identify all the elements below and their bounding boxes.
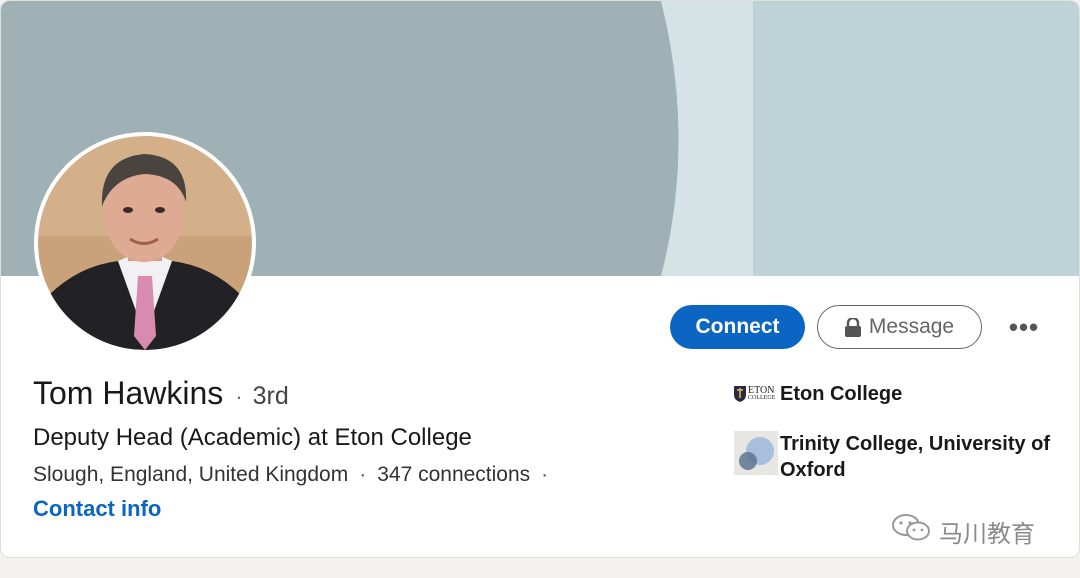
org-name-trinity-line2: Oxford — [780, 459, 846, 481]
org-name-trinity: Trinity College, University of Oxford — [780, 431, 1050, 483]
message-button-label: Message — [868, 315, 955, 338]
org-name-trinity-line1: Trinity College, University of — [780, 433, 1051, 455]
connections-count[interactable]: 347 connections — [377, 463, 530, 487]
watermark-text: 马川教育 — [939, 521, 1035, 548]
org-eton-college[interactable]: ETON COLLEGE Eton College — [734, 381, 902, 407]
connect-button[interactable]: Connect — [670, 305, 805, 349]
profile-name: Tom Hawkins — [33, 375, 224, 411]
more-actions-button[interactable]: ••• — [1004, 307, 1044, 347]
profile-photo-image — [38, 136, 252, 350]
trailing-separator: · — [541, 463, 549, 486]
profile-actions: Connect Message ••• — [670, 304, 1044, 350]
location-separator: · — [359, 463, 367, 486]
connection-degree: 3rd — [252, 382, 289, 410]
org-name-eton: Eton College — [780, 383, 903, 405]
more-icon: ••• — [1008, 311, 1040, 342]
location-row: Slough, England, United Kingdom · 347 co… — [33, 463, 559, 487]
eton-logo-text-top: ETON — [748, 385, 775, 396]
eton-crest-logo: ETON COLLEGE — [734, 381, 780, 407]
profile-card: Connect Message ••• Tom Hawkins · 3rd De… — [0, 0, 1080, 558]
message-button[interactable]: Message — [817, 305, 982, 349]
name-row: Tom Hawkins · 3rd — [33, 375, 289, 412]
lock-icon — [844, 317, 861, 337]
org-trinity-college[interactable]: Trinity College, University of Oxford — [734, 431, 1050, 483]
profile-photo[interactable] — [34, 132, 256, 354]
connect-button-label: Connect — [695, 315, 780, 338]
wechat-icon — [891, 513, 933, 550]
trinity-circles-logo — [734, 431, 780, 475]
name-separator: · — [235, 384, 243, 409]
contact-info-link[interactable]: Contact info — [33, 496, 161, 522]
watermark: 马川教育 — [891, 513, 1035, 550]
profile-location: Slough, England, United Kingdom — [33, 463, 349, 486]
profile-headline: Deputy Head (Academic) at Eton College — [33, 424, 472, 451]
eton-logo-text-bottom: COLLEGE — [748, 395, 776, 401]
